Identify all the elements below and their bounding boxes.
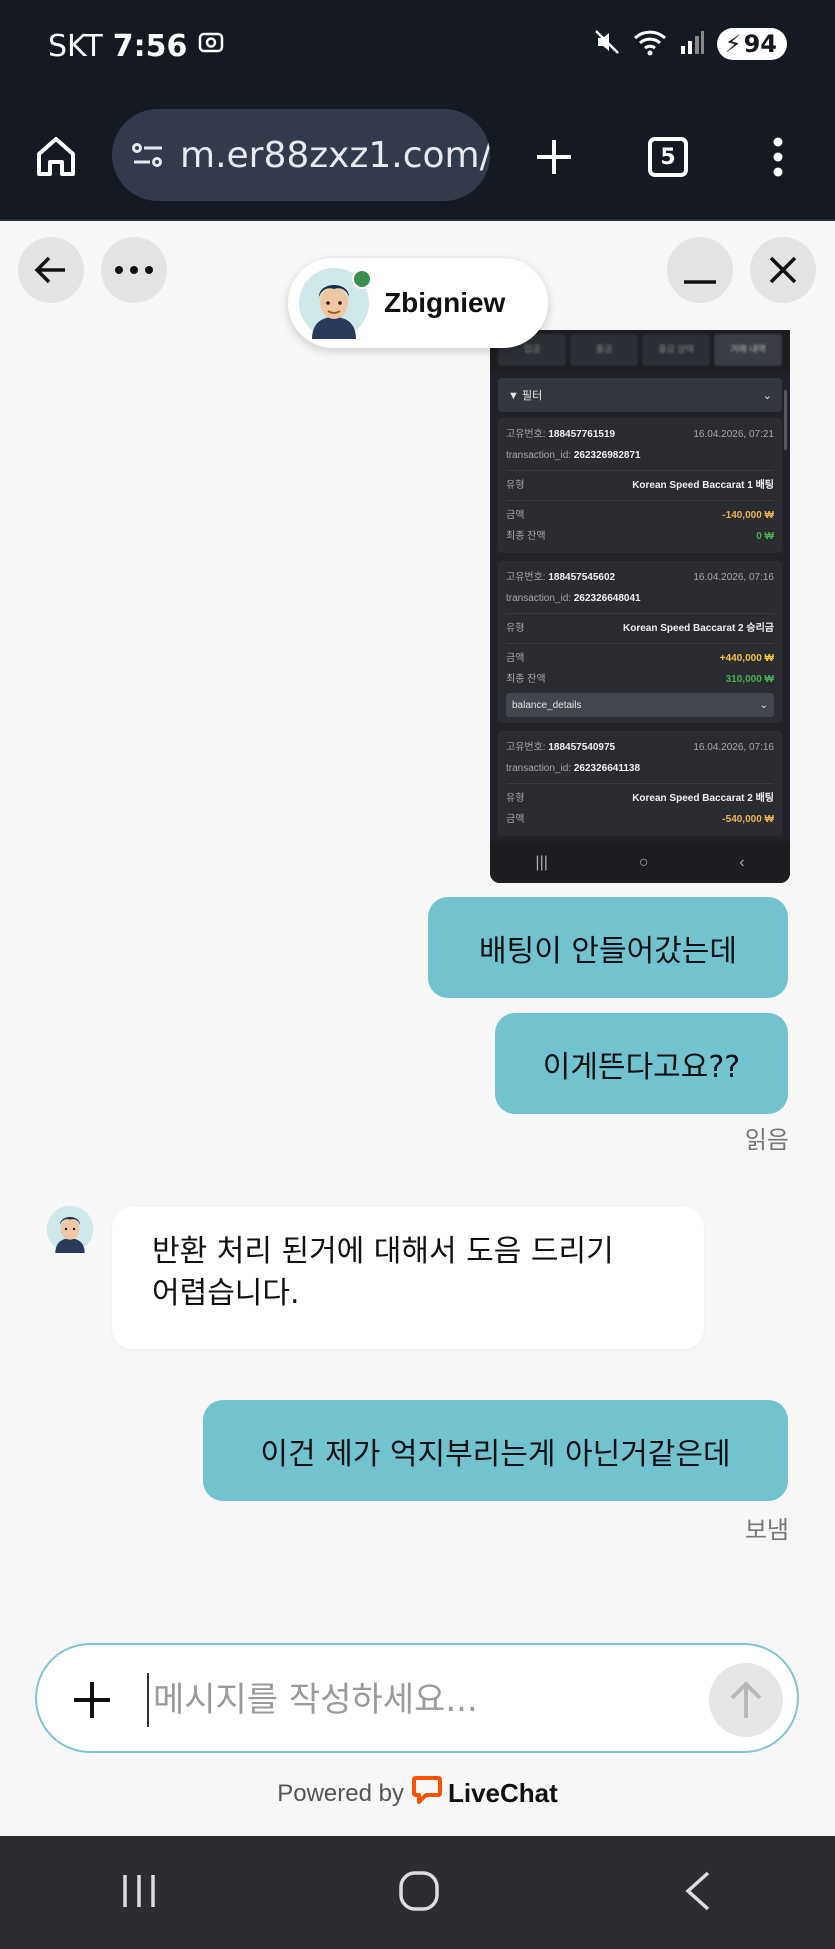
close-icon: [769, 256, 797, 284]
attachment-nav-bar: ||| ○ ‹: [490, 843, 790, 883]
back-chevron-icon: ‹: [739, 854, 745, 871]
message-text-line: 반환 처리 된거에 대해서 도음 드리기: [152, 1234, 614, 1269]
filter-icon: ▼: [508, 390, 519, 402]
transaction-id: 188457540975: [548, 742, 616, 753]
transaction-amount: +440,000 ₩: [719, 653, 774, 664]
powered-by[interactable]: Powered by LiveChat: [0, 1775, 835, 1812]
filter-label: 필터: [521, 390, 543, 402]
clock: 7:56: [112, 28, 188, 64]
recent-apps-icon[interactable]: [119, 1871, 159, 1915]
arrow-up-icon: [730, 1681, 762, 1718]
message-bubble-outgoing: 배팅이 안들어갔는데: [428, 897, 788, 998]
attachment-filter: ▼ 필터 ⌄: [498, 378, 782, 412]
new-tab-icon[interactable]: [528, 131, 580, 183]
agent-name: Zbigniew: [384, 287, 506, 318]
home-circle-icon: ○: [638, 854, 649, 871]
attachment-tab: 출금 상태: [642, 334, 710, 366]
battery-level: 94: [743, 30, 777, 58]
arrow-left-icon: [34, 256, 65, 284]
attachment-tab: 출금: [570, 334, 638, 366]
transaction-date: 16.04.2026, 07:16: [693, 572, 774, 583]
transaction-date: 16.04.2026, 07:21: [693, 429, 774, 440]
chevron-down-icon: ⌄: [762, 389, 772, 402]
agent-header[interactable]: Zbigniew: [288, 258, 548, 348]
mute-icon: [593, 28, 621, 60]
message-text-line: 어렵습니다.: [152, 1276, 300, 1311]
system-navigation-bar: [0, 1836, 835, 1949]
balance-details-dropdown: balance_details ⌄: [506, 693, 774, 717]
back-nav-icon[interactable]: [680, 1869, 716, 1917]
recents-icon: |||: [535, 854, 548, 871]
transaction-id: 188457761519: [548, 429, 616, 440]
send-button[interactable]: [709, 1663, 783, 1737]
wifi-icon: [633, 28, 667, 60]
transaction-amount: -540,000 ₩: [722, 814, 774, 825]
transaction-card: 고유번호: 188457545602 16.04.2026, 07:16 tran…: [498, 561, 782, 723]
minimize-icon: [684, 280, 716, 284]
read-receipt: 읽음: [744, 1126, 789, 1154]
online-status-dot: [352, 269, 372, 289]
battery-indicator: ⚡ 94: [716, 28, 787, 60]
url-text: m.er88zxz1.com/l: [180, 134, 490, 176]
home-icon[interactable]: [30, 131, 82, 183]
attachment-tabs: 입금 출금 출금 상태 거래 내역: [490, 330, 790, 370]
chevron-down-icon: ⌄: [759, 699, 768, 711]
tab-switcher-button[interactable]: 5: [646, 135, 690, 179]
browser-toolbar: m.er88zxz1.com/l 5: [0, 95, 835, 221]
transaction-ref: 262326982871: [573, 450, 641, 461]
transaction-card: 고유번호: 188457761519 16.04.2026, 07:21 tran…: [498, 418, 782, 553]
avatar: [298, 267, 372, 339]
transaction-ref: 262326641138: [573, 763, 641, 774]
battery-charging-icon: ⚡: [724, 30, 742, 58]
chat-options-button[interactable]: [101, 237, 167, 303]
sent-status: 보냄: [744, 1516, 789, 1544]
message-composer: [35, 1643, 799, 1753]
more-menu-icon[interactable]: [758, 131, 798, 183]
transaction-type: Korean Speed Baccarat 1 배팅: [632, 480, 774, 491]
transaction-date: 16.04.2026, 07:16: [693, 742, 774, 753]
transaction-ref: 262326648041: [573, 593, 641, 604]
agent-avatar: [46, 1205, 94, 1253]
signal-icon: [679, 28, 705, 60]
message-bubble-outgoing: 이게뜬다고요??: [495, 1013, 788, 1114]
status-bar: SKT 7:56 ⚡ 94: [0, 0, 835, 95]
transaction-balance: 0 ₩: [756, 531, 774, 542]
transaction-balance: 310,000 ₩: [725, 674, 774, 685]
transaction-id: 188457545602: [548, 572, 616, 583]
transaction-type: Korean Speed Baccarat 2 배팅: [632, 793, 774, 804]
site-settings-icon[interactable]: [130, 137, 166, 173]
ellipsis-icon: [115, 266, 153, 274]
attachment-scrollbar: [784, 390, 787, 450]
screenshot-notification-icon: [197, 28, 225, 64]
transaction-card: 고유번호: 188457540975 16.04.2026, 07:16 tran…: [498, 731, 782, 836]
image-attachment[interactable]: 입금 출금 출금 상태 거래 내역 ▼ 필터 ⌄ 고유번호: 188457761…: [490, 330, 790, 883]
transaction-type: Korean Speed Baccarat 2 승리금: [623, 623, 774, 634]
livechat-logo-icon: [411, 1775, 442, 1812]
livechat-brand: LiveChat: [447, 1778, 558, 1808]
attach-plus-icon[interactable]: [65, 1673, 119, 1727]
attachment-tab: 거래 내역: [714, 334, 782, 366]
back-button[interactable]: [18, 237, 84, 303]
powered-by-label: Powered by: [277, 1779, 404, 1807]
close-button[interactable]: [750, 237, 816, 303]
tab-count: 5: [648, 137, 688, 177]
carrier-label: SKT: [48, 28, 103, 64]
minimize-button[interactable]: [667, 237, 733, 303]
address-bar[interactable]: m.er88zxz1.com/l: [112, 109, 490, 201]
message-bubble-incoming: 반환 처리 된거에 대해서 도음 드리기 어렵습니다.: [112, 1207, 704, 1349]
message-input[interactable]: [147, 1673, 627, 1727]
message-bubble-outgoing: 이건 제가 억지부리는게 아닌거같은데: [203, 1400, 788, 1501]
home-button-icon[interactable]: [397, 1869, 441, 1917]
transaction-amount: -140,000 ₩: [722, 510, 774, 521]
